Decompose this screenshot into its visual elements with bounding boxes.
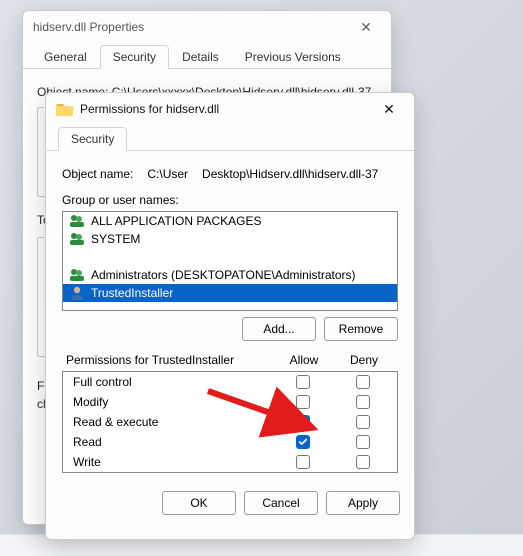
allow-checkbox[interactable]	[296, 415, 310, 429]
apply-button[interactable]: Apply	[326, 491, 400, 515]
permission-name: Read & execute	[67, 415, 273, 429]
principal-label: TrustedInstaller	[91, 286, 173, 300]
permission-row: Read & execute	[63, 412, 397, 432]
close-icon: ✕	[360, 19, 372, 36]
principal-row[interactable]: SYSTEM	[63, 230, 397, 248]
permissions-for-label: Permissions for TrustedInstaller	[66, 353, 274, 367]
principal-row[interactable]	[63, 248, 397, 266]
deny-checkbox[interactable]	[356, 415, 370, 429]
tab-security[interactable]: Security	[100, 45, 169, 69]
deny-checkbox[interactable]	[356, 395, 370, 409]
permission-row: Read	[63, 432, 397, 452]
permission-name: Modify	[67, 395, 273, 409]
cancel-button[interactable]: Cancel	[244, 491, 318, 515]
permission-row: Modify	[63, 392, 397, 412]
permission-name: Full control	[67, 375, 273, 389]
principal-label: SYSTEM	[91, 232, 140, 246]
object-name-path1: C:\User	[147, 167, 188, 181]
close-icon: ✕	[383, 101, 395, 118]
tab-details[interactable]: Details	[169, 45, 232, 69]
deny-checkbox[interactable]	[356, 435, 370, 449]
principal-label: ALL APPLICATION PACKAGES	[91, 214, 262, 228]
permissions-body: Object name: C:\User Desktop\Hidserv.dll…	[46, 151, 414, 481]
tab-security-child[interactable]: Security	[58, 127, 127, 151]
properties-titlebar[interactable]: hidserv.dll Properties ✕	[23, 11, 391, 43]
allow-checkbox[interactable]	[296, 375, 310, 389]
permission-name: Read	[67, 435, 273, 449]
column-allow: Allow	[274, 353, 334, 367]
group-icon	[69, 231, 85, 247]
column-deny: Deny	[334, 353, 394, 367]
principal-buttons: Add... Remove	[62, 317, 398, 341]
permissions-window: Permissions for hidserv.dll ✕ Security O…	[45, 92, 415, 540]
object-name-path2: Desktop\Hidserv.dll\hidserv.dll-37	[202, 167, 378, 181]
deny-checkbox[interactable]	[356, 455, 370, 469]
dialog-buttons: OK Cancel Apply	[46, 481, 414, 527]
permissions-table: Full control Modify Read & execute Read Writ…	[62, 371, 398, 473]
principal-row[interactable]: TrustedInstaller	[63, 284, 397, 302]
add-button[interactable]: Add...	[242, 317, 316, 341]
permissions-titlebar[interactable]: Permissions for hidserv.dll ✕	[46, 93, 414, 125]
properties-tabs: General Security Details Previous Versio…	[23, 43, 391, 69]
user-icon	[69, 285, 85, 301]
principal-row[interactable]: Administrators (DESKTOPATONE\Administrat…	[63, 266, 397, 284]
permissions-header: Permissions for TrustedInstaller Allow D…	[62, 351, 398, 371]
properties-title: hidserv.dll Properties	[33, 20, 351, 34]
deny-checkbox[interactable]	[356, 375, 370, 389]
permission-row: Full control	[63, 372, 397, 392]
principals-listbox[interactable]: ALL APPLICATION PACKAGES SYSTEM Administra…	[62, 211, 398, 311]
allow-checkbox[interactable]	[296, 395, 310, 409]
permissions-close-button[interactable]: ✕	[374, 97, 404, 121]
folder-icon	[56, 101, 74, 117]
remove-button[interactable]: Remove	[324, 317, 398, 341]
allow-checkbox[interactable]	[296, 435, 310, 449]
properties-close-button[interactable]: ✕	[351, 15, 381, 39]
permission-name: Write	[67, 455, 273, 469]
allow-checkbox[interactable]	[296, 455, 310, 469]
tab-previous-versions[interactable]: Previous Versions	[232, 45, 354, 69]
tab-general[interactable]: General	[31, 45, 100, 69]
blank-icon	[69, 249, 85, 265]
principal-row[interactable]: ALL APPLICATION PACKAGES	[63, 212, 397, 230]
ok-button[interactable]: OK	[162, 491, 236, 515]
object-name-label: Object name:	[62, 167, 133, 181]
principal-label: Administrators (DESKTOPATONE\Administrat…	[91, 268, 356, 282]
permissions-tabs: Security	[46, 125, 414, 151]
group-user-label: Group or user names:	[62, 193, 398, 207]
group-icon	[69, 213, 85, 229]
permission-row: Write	[63, 452, 397, 472]
permissions-title: Permissions for hidserv.dll	[80, 102, 374, 116]
group-icon	[69, 267, 85, 283]
object-name-row: Object name: C:\User Desktop\Hidserv.dll…	[62, 167, 398, 181]
